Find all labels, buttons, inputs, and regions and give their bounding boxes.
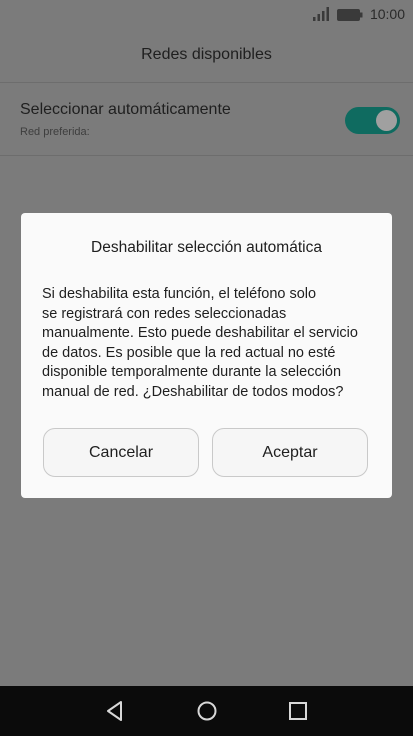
navigation-bar (0, 686, 413, 736)
setting-subtitle: Red preferida: (20, 126, 90, 138)
recent-apps-icon[interactable] (286, 699, 310, 723)
disable-auto-select-dialog: Deshabilitar selección automática Si des… (21, 213, 392, 498)
auto-select-toggle[interactable] (345, 107, 400, 134)
setting-row-auto-select[interactable]: Seleccionar automáticamente Red preferid… (0, 83, 413, 156)
signal-icon (312, 7, 330, 21)
dialog-title: Deshabilitar selección automática (91, 239, 322, 256)
dialog-message: Si deshabilita esta función, el teléfono… (42, 285, 377, 402)
home-icon[interactable] (195, 699, 219, 723)
status-bar: 10:00 (0, 0, 413, 28)
dialog-message-line: manualmente. Esto puede deshabilitar el … (42, 325, 358, 341)
app-header: Redes disponibles (0, 28, 413, 83)
dialog-message-line: de datos. Es posible que la red actual n… (42, 344, 336, 361)
dialog-message-line: disponible temporalmente durante la sele… (42, 364, 342, 380)
page-title: Redes disponibles (141, 46, 272, 63)
dialog-message-line: se registrará con redes seleccionadas (42, 305, 287, 322)
back-icon[interactable] (103, 699, 127, 723)
setting-title: Seleccionar automáticamente (20, 101, 231, 118)
battery-icon (336, 8, 363, 21)
status-time: 10:00 (369, 6, 405, 22)
dialog-message-line: Si deshabilita esta función, el teléfono… (42, 286, 317, 302)
status-icons: 10:00 (312, 5, 405, 23)
cancel-button[interactable]: Cancelar (43, 428, 199, 477)
accept-button[interactable]: Aceptar (212, 428, 368, 477)
toggle-knob (376, 110, 397, 131)
dialog-message-line: manual de red. ¿Deshabilitar de todos mo… (42, 383, 344, 400)
